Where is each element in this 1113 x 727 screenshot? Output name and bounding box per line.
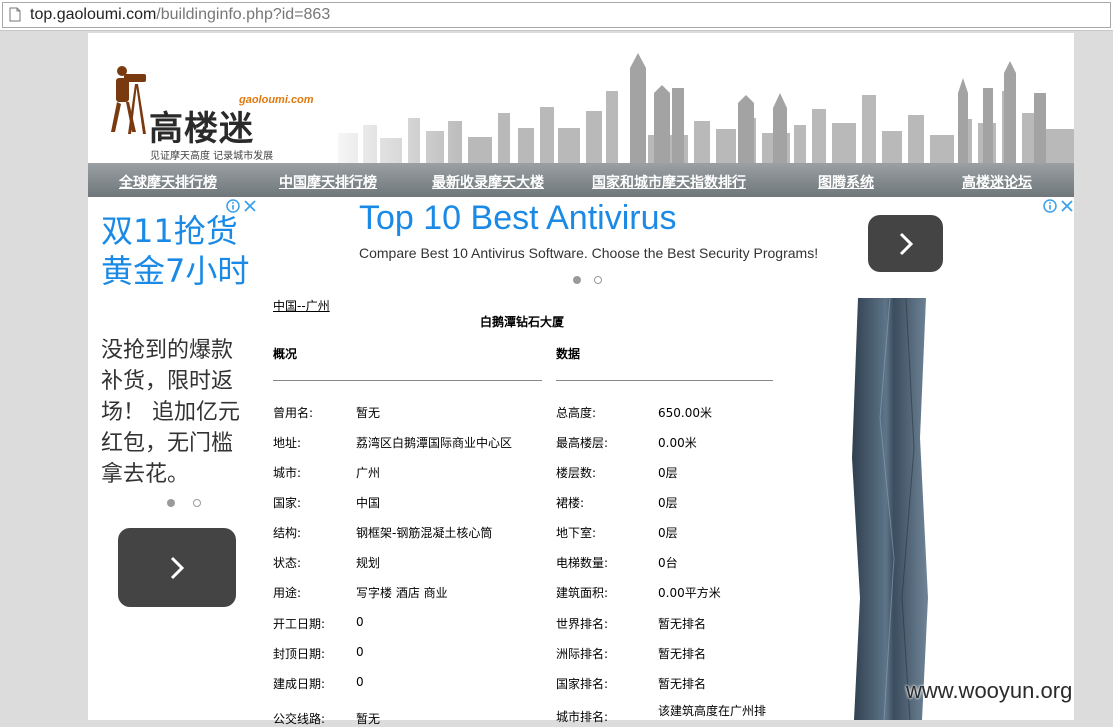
top-ad-subtitle: Compare Best 10 Antivirus Software. Choo… bbox=[359, 245, 819, 261]
site-logo[interactable]: 高楼迷 gaoloumi.com 见证摩天高度 记录城市发展 bbox=[102, 57, 332, 162]
logo-slogan: 见证摩天高度 记录城市发展 bbox=[150, 151, 274, 162]
data-heading: 数据 bbox=[556, 347, 581, 361]
overview-value: 0 bbox=[356, 645, 364, 659]
breadcrumb[interactable]: 中国--广州 bbox=[273, 297, 330, 314]
overview-label: 曾用名: bbox=[273, 406, 314, 420]
overview-label: 状态: bbox=[273, 556, 302, 570]
data-label: 国家排名: bbox=[556, 677, 609, 691]
overview-label: 用途: bbox=[273, 586, 302, 600]
data-value: 0.00米 bbox=[658, 436, 697, 450]
data-value: 650.00米 bbox=[658, 406, 712, 420]
top-ad-dot-1[interactable] bbox=[573, 276, 581, 284]
nav-country-city-index[interactable]: 国家和城市摩天指数排行 bbox=[592, 172, 746, 192]
data-label: 洲际排名: bbox=[556, 647, 609, 661]
chevron-right-icon bbox=[899, 232, 914, 256]
overview-label: 城市: bbox=[273, 466, 302, 480]
overview-value: 0 bbox=[356, 675, 364, 689]
breadcrumb-country[interactable]: 中国 bbox=[273, 299, 297, 313]
left-ad[interactable]: 双11抢货黄金7小时 没抢到的爆款补货，限时返场！ 追加亿元红包，无门槛拿去花。 bbox=[96, 197, 258, 720]
overview-label: 地址: bbox=[273, 436, 302, 450]
data-label: 世界排名: bbox=[556, 617, 609, 631]
overview-label: 开工日期: bbox=[273, 617, 326, 631]
site-header: 高楼迷 gaoloumi.com 见证摩天高度 记录城市发展 bbox=[88, 33, 1074, 163]
overview-value: 广州 bbox=[356, 466, 381, 480]
url-text: top.gaoloumi.com/buildinginfo.php?id=863 bbox=[30, 6, 330, 24]
nav-latest-buildings[interactable]: 最新收录摩天大楼 bbox=[432, 172, 544, 192]
building-name: 白鹅潭钻石大厦 bbox=[480, 315, 565, 329]
overview-value: 钢框架-钢筋混凝土核心筒 bbox=[356, 526, 493, 540]
nav-totem-system[interactable]: 图腾系统 bbox=[818, 172, 874, 192]
left-ad-dot-1[interactable] bbox=[167, 499, 175, 507]
left-ad-body: 没抢到的爆款补货，限时返场！ 追加亿元红包，无门槛拿去花。 bbox=[101, 338, 240, 487]
chevron-right-icon bbox=[170, 556, 185, 580]
browser-address-bar: top.gaoloumi.com/buildinginfo.php?id=863 bbox=[0, 0, 1113, 31]
watermark: www.wooyun.org bbox=[906, 678, 1073, 703]
overview-value: 暂无 bbox=[356, 712, 381, 726]
ad-info-icon[interactable] bbox=[1043, 199, 1059, 213]
url-field[interactable]: top.gaoloumi.com/buildinginfo.php?id=863 bbox=[2, 2, 1111, 28]
main-nav: 全球摩天排行榜 中国摩天排行榜 最新收录摩天大楼 国家和城市摩天指数排行 图腾系… bbox=[88, 163, 1074, 197]
data-value: 暂无排名 bbox=[658, 647, 707, 661]
data-label: 总高度: bbox=[556, 406, 597, 420]
top-ad-next-button[interactable] bbox=[868, 215, 943, 272]
data-label: 建筑面积: bbox=[556, 586, 609, 600]
top-ad-dot-2[interactable] bbox=[594, 276, 602, 284]
overview-label: 国家: bbox=[273, 496, 302, 510]
overview-divider bbox=[273, 380, 542, 381]
top-ad[interactable]: Top 10 Best Antivirus Compare Best 10 An… bbox=[263, 197, 1074, 295]
data-value: 暂无排名 bbox=[658, 677, 707, 691]
overview-label: 封顶日期: bbox=[273, 647, 326, 661]
overview-value: 暂无 bbox=[356, 406, 381, 420]
data-value: 该建筑高度在广州排 bbox=[658, 704, 767, 718]
overview-value: 写字楼 酒店 商业 bbox=[356, 586, 448, 600]
data-value: 0.00平方米 bbox=[658, 586, 721, 600]
data-value: 0层 bbox=[658, 466, 678, 480]
url-host: top.gaoloumi.com bbox=[30, 6, 157, 23]
data-label: 地下室: bbox=[556, 526, 597, 540]
data-label: 楼层数: bbox=[556, 466, 597, 480]
ad-close-icon[interactable] bbox=[1059, 199, 1075, 213]
page-icon bbox=[9, 7, 21, 22]
overview-value: 中国 bbox=[356, 496, 381, 510]
data-value: 暂无排名 bbox=[658, 617, 707, 631]
data-label: 电梯数量: bbox=[556, 556, 609, 570]
data-value: 0层 bbox=[658, 496, 678, 510]
top-ad-title[interactable]: Top 10 Best Antivirus bbox=[359, 199, 677, 238]
city-skyline-banner bbox=[318, 33, 1074, 163]
overview-label: 结构: bbox=[273, 526, 302, 540]
building-render-image bbox=[852, 298, 928, 720]
left-ad-dot-2[interactable] bbox=[193, 499, 201, 507]
data-value: 0台 bbox=[658, 556, 678, 570]
data-label: 裙楼: bbox=[556, 496, 585, 510]
overview-heading: 概况 bbox=[273, 347, 298, 361]
building-info: 中国--广州 白鹅潭钻石大厦 概况 数据 曾用名: 暂无 地址: 荔湾区白鹅潭国… bbox=[273, 297, 793, 726]
breadcrumb-separator: -- bbox=[297, 299, 306, 313]
logo-name: 高楼迷 bbox=[149, 109, 254, 149]
overview-value: 荔湾区白鹅潭国际商业中心区 bbox=[356, 436, 513, 450]
nav-china-ranking[interactable]: 中国摩天排行榜 bbox=[279, 172, 377, 192]
data-label: 城市排名: bbox=[556, 710, 609, 724]
cameraman-icon bbox=[111, 66, 146, 134]
page-content: 高楼迷 gaoloumi.com 见证摩天高度 记录城市发展 全球摩天排行榜 中… bbox=[88, 33, 1074, 726]
data-value: 0层 bbox=[658, 526, 678, 540]
left-ad-headline: 双11抢货黄金7小时 bbox=[101, 212, 250, 290]
url-path: /buildinginfo.php?id=863 bbox=[156, 6, 331, 23]
left-ad-next-button[interactable] bbox=[118, 528, 236, 607]
breadcrumb-city[interactable]: 广州 bbox=[306, 299, 330, 313]
data-divider bbox=[556, 380, 773, 381]
nav-global-ranking[interactable]: 全球摩天排行榜 bbox=[119, 172, 217, 192]
nav-forum[interactable]: 高楼迷论坛 bbox=[962, 172, 1032, 192]
overview-value: 0 bbox=[356, 615, 364, 629]
data-label: 最高楼层: bbox=[556, 436, 609, 450]
overview-label: 公交线路: bbox=[273, 712, 326, 726]
overview-label: 建成日期: bbox=[273, 677, 326, 691]
overview-value: 规划 bbox=[356, 556, 381, 570]
logo-domain: gaoloumi.com bbox=[239, 94, 314, 106]
